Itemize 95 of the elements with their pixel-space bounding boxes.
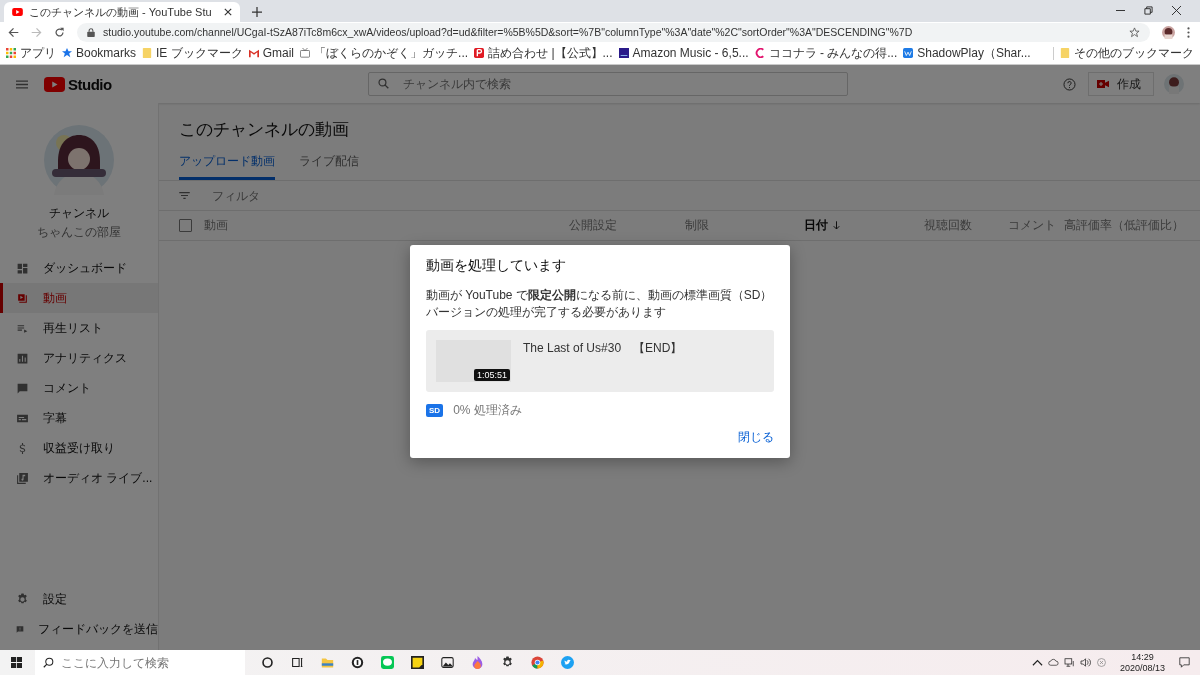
column-header[interactable]: 日付 (804, 217, 828, 234)
bookmark-icon (903, 48, 914, 58)
music-library-icon (16, 471, 29, 485)
nav-item[interactable]: フィードバックを送信 (0, 614, 158, 644)
bookmark-icon (142, 48, 153, 58)
nav-item[interactable]: 動画 (0, 283, 158, 313)
column-header[interactable]: 制限 (685, 217, 709, 234)
dialog-title: 動画を処理しています (426, 257, 567, 275)
speech-bubble-icon (16, 381, 29, 395)
dialog-message: 動画が YouTube で限定公開になる前に、動画の標準画質（SD）バージョンの処理が完了する必要があります (426, 287, 774, 321)
video-camera-icon (1097, 80, 1109, 88)
clock-date[interactable]: 2020/08/13 (1119, 662, 1165, 674)
video-icon (16, 291, 29, 305)
sort-arrow-icon[interactable] (833, 221, 840, 230)
bookmark[interactable]: Bookmarks (62, 46, 137, 60)
close-icon[interactable] (1172, 6, 1181, 15)
address-bar[interactable]: studio.youtube.com/channel/UCgaI-tSzA87iTc8m6cx_xwA/videos/upload?d=ud&filter=%5B%5D&sort=%7B"columnType"%3A"date"%2C"sortOrder"%3A"DESCENDING"%7D (77, 22, 1150, 42)
folder-icon (1060, 48, 1070, 58)
bar-chart-icon (16, 351, 29, 365)
page-title: このチャンネルの動画 (179, 119, 350, 141)
create-button[interactable]: 作成 (1088, 72, 1154, 96)
sticky-note-icon[interactable] (411, 656, 424, 669)
nav-item[interactable]: 収益受け取り (0, 433, 158, 463)
flame-icon[interactable] (471, 656, 484, 669)
caret-up-icon[interactable] (1031, 658, 1043, 667)
tab[interactable]: ライブ配信 (299, 153, 359, 180)
video-logo-icon (12, 8, 23, 16)
bookmark-folder[interactable]: その他のブックマーク (1060, 44, 1194, 62)
nav-item[interactable]: ダッシュボード (0, 253, 158, 283)
progress-text: 0% 処理済み (453, 402, 522, 419)
new-tab-icon[interactable] (251, 7, 262, 17)
column-header[interactable]: 動画 (204, 217, 228, 234)
bookmark[interactable]: ShadowPlay（Shar... (903, 44, 1031, 62)
filter-icon[interactable] (179, 192, 190, 199)
bookmark-icon (6, 48, 16, 58)
bookmark-icon (62, 48, 72, 58)
folder-icon[interactable] (321, 656, 334, 669)
nav-item[interactable]: コメント (0, 373, 158, 403)
bookmark-icon (618, 48, 629, 58)
search-field[interactable]: ここに入力して検索 (35, 650, 245, 675)
bookmark[interactable]: Gmail (248, 46, 295, 60)
dashboard-icon (16, 261, 29, 275)
channel-subtitle: ちゃんこの部屋 (37, 224, 121, 241)
tab[interactable]: アップロード動画 (179, 153, 275, 180)
reload-icon[interactable] (54, 26, 65, 38)
column-header[interactable]: 公開設定 (569, 217, 617, 234)
restore-icon[interactable] (1144, 6, 1153, 15)
bookmark-icon (300, 48, 311, 58)
browser-icon[interactable] (531, 656, 544, 669)
menu-icon[interactable] (1187, 26, 1190, 38)
circle-icon[interactable] (261, 656, 274, 669)
close-button[interactable]: 閉じる (738, 427, 774, 448)
task-view-icon[interactable] (291, 656, 304, 669)
bookmark[interactable]: 詰め合わせ |【公式】... (474, 44, 613, 62)
back-arrow-icon[interactable] (8, 26, 19, 38)
lock-icon (87, 27, 95, 37)
nav-item[interactable]: 再生リスト (0, 313, 158, 343)
checkbox[interactable] (179, 219, 192, 232)
bookmark[interactable]: アプリ (6, 44, 56, 62)
video-title: The Last of Us#30 【END】 (523, 340, 683, 357)
shield-icon[interactable] (351, 656, 364, 669)
bookmark-icon (474, 48, 485, 58)
browser-tab[interactable]: このチャンネルの動画 - YouTube Stu (4, 2, 240, 22)
speaker-icon[interactable] (1079, 658, 1091, 667)
search-field[interactable]: チャンネル内で検索 (367, 72, 848, 96)
cloud-icon[interactable] (1047, 658, 1059, 667)
star-icon[interactable] (1129, 26, 1140, 38)
menu-icon[interactable] (16, 79, 28, 89)
nav-item[interactable]: 設定 (0, 584, 158, 614)
settings-icon[interactable] (501, 656, 514, 669)
column-header[interactable]: 高評価率（低評価比） (1064, 217, 1184, 234)
bookmark[interactable]: Amazon Music - 6,5... (618, 46, 749, 60)
bookmark[interactable]: ココナラ - みんなの得... (754, 44, 898, 62)
close-icon[interactable] (223, 8, 232, 16)
help-icon[interactable] (1063, 77, 1076, 91)
column-header[interactable]: 視聴回数 (924, 217, 972, 234)
nav-item[interactable]: 字幕 (0, 403, 158, 433)
studio-logo-text[interactable]: Studio (68, 75, 112, 93)
windows-logo-icon[interactable] (11, 657, 22, 668)
bookmark-icon (248, 48, 259, 58)
bookmark[interactable]: IE ブックマーク (142, 44, 243, 62)
nav-item[interactable]: アナリティクス (0, 343, 158, 373)
network-icon[interactable] (1063, 658, 1075, 667)
notification-icon[interactable] (1179, 657, 1190, 668)
bookmark-icon (754, 48, 765, 58)
channel-name: チャンネル (49, 205, 109, 222)
play-logo-icon[interactable] (44, 76, 65, 92)
sd-badge: SD (426, 404, 444, 417)
bird-icon[interactable] (561, 656, 574, 669)
duration-badge: 1:05:51 (473, 369, 510, 381)
bookmark[interactable]: 「ぼくらのかぞく」ガッチ... (300, 44, 469, 62)
nav-item[interactable]: オーディオ ライブ... (0, 463, 158, 493)
settings-icon (16, 592, 29, 606)
clock-time[interactable]: 14:29 (1131, 651, 1154, 663)
photos-icon[interactable] (441, 656, 454, 669)
